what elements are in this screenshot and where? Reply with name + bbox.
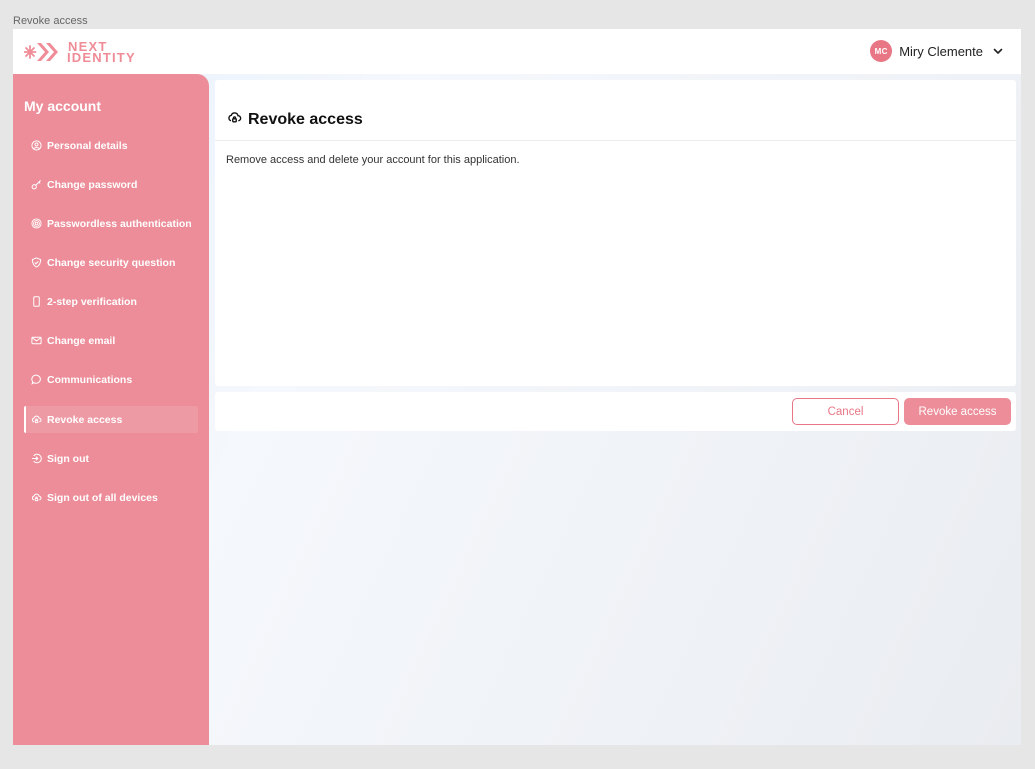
sidebar-item-label: Change security question <box>47 256 176 269</box>
avatar: MC <box>870 40 893 62</box>
app-frame: NEXT IDENTITY MC Miry Clemente My accoun… <box>13 29 1021 745</box>
sidebar-item-label: Passwordless authentication <box>47 217 192 230</box>
sidebar-item-personal-details[interactable]: Personal details <box>24 132 198 159</box>
cloud-lock-icon <box>227 110 242 130</box>
logo-mark-icon <box>24 43 58 61</box>
logo-text-line2: IDENTITY <box>67 50 136 65</box>
revoke-access-panel: Revoke access Remove access and delete y… <box>215 80 1016 386</box>
sidebar-title: My account <box>24 98 102 114</box>
sidebar-item-passwordless-authentication[interactable]: Passwordless authentication <box>24 210 198 237</box>
sidebar-item-sign-out[interactable]: Sign out <box>24 445 198 472</box>
phone-icon <box>30 296 42 308</box>
sidebar: My account Personal details Change passw… <box>13 74 209 745</box>
sidebar-item-communications[interactable]: Communications <box>24 366 198 393</box>
sidebar-item-change-email[interactable]: Change email <box>24 327 198 354</box>
sidebar-item-sign-out-all-devices[interactable]: Sign out of all devices <box>24 484 198 511</box>
chevron-down-icon[interactable] <box>993 48 1003 55</box>
fingerprint-icon <box>30 218 42 230</box>
sidebar-item-label: Personal details <box>47 139 128 152</box>
sidebar-item-2-step-verification[interactable]: 2-step verification <box>24 288 198 315</box>
mail-icon <box>30 335 42 347</box>
sidebar-item-change-security-question[interactable]: Change security question <box>24 249 198 276</box>
sign-out-icon <box>30 453 42 465</box>
sidebar-item-label: Change email <box>47 334 116 347</box>
cloud-lock-icon <box>30 414 42 426</box>
page-description: Remove access and delete your account fo… <box>226 154 520 166</box>
panel-header: Revoke access <box>215 80 1016 141</box>
chat-bubble-icon <box>30 374 42 386</box>
user-name: Miry Clemente <box>899 43 983 59</box>
page-title: Revoke access <box>248 111 363 128</box>
cloud-lock-icon <box>30 492 42 504</box>
sidebar-item-label: Revoke access <box>47 413 123 426</box>
user-menu[interactable]: MC Miry Clemente <box>870 40 1003 62</box>
revoke-access-button[interactable]: Revoke access <box>904 398 1011 425</box>
sidebar-item-change-password[interactable]: Change password <box>24 171 198 198</box>
sidebar-item-label: 2-step verification <box>47 295 137 308</box>
top-bar: NEXT IDENTITY MC Miry Clemente <box>13 29 1021 74</box>
window-title: Revoke access <box>13 15 88 27</box>
sidebar-item-label: Sign out <box>47 452 89 465</box>
key-icon <box>30 179 42 191</box>
sidebar-item-label: Communications <box>47 373 133 386</box>
action-bar: Cancel Revoke access <box>215 392 1016 431</box>
brand-logo[interactable]: NEXT IDENTITY <box>24 40 136 64</box>
cancel-button[interactable]: Cancel <box>792 398 899 425</box>
user-circle-icon <box>30 140 42 152</box>
shield-icon <box>30 257 42 269</box>
sidebar-item-label: Sign out of all devices <box>47 491 158 504</box>
sidebar-item-label: Change password <box>47 178 138 191</box>
sidebar-item-revoke-access[interactable]: Revoke access <box>24 406 198 433</box>
